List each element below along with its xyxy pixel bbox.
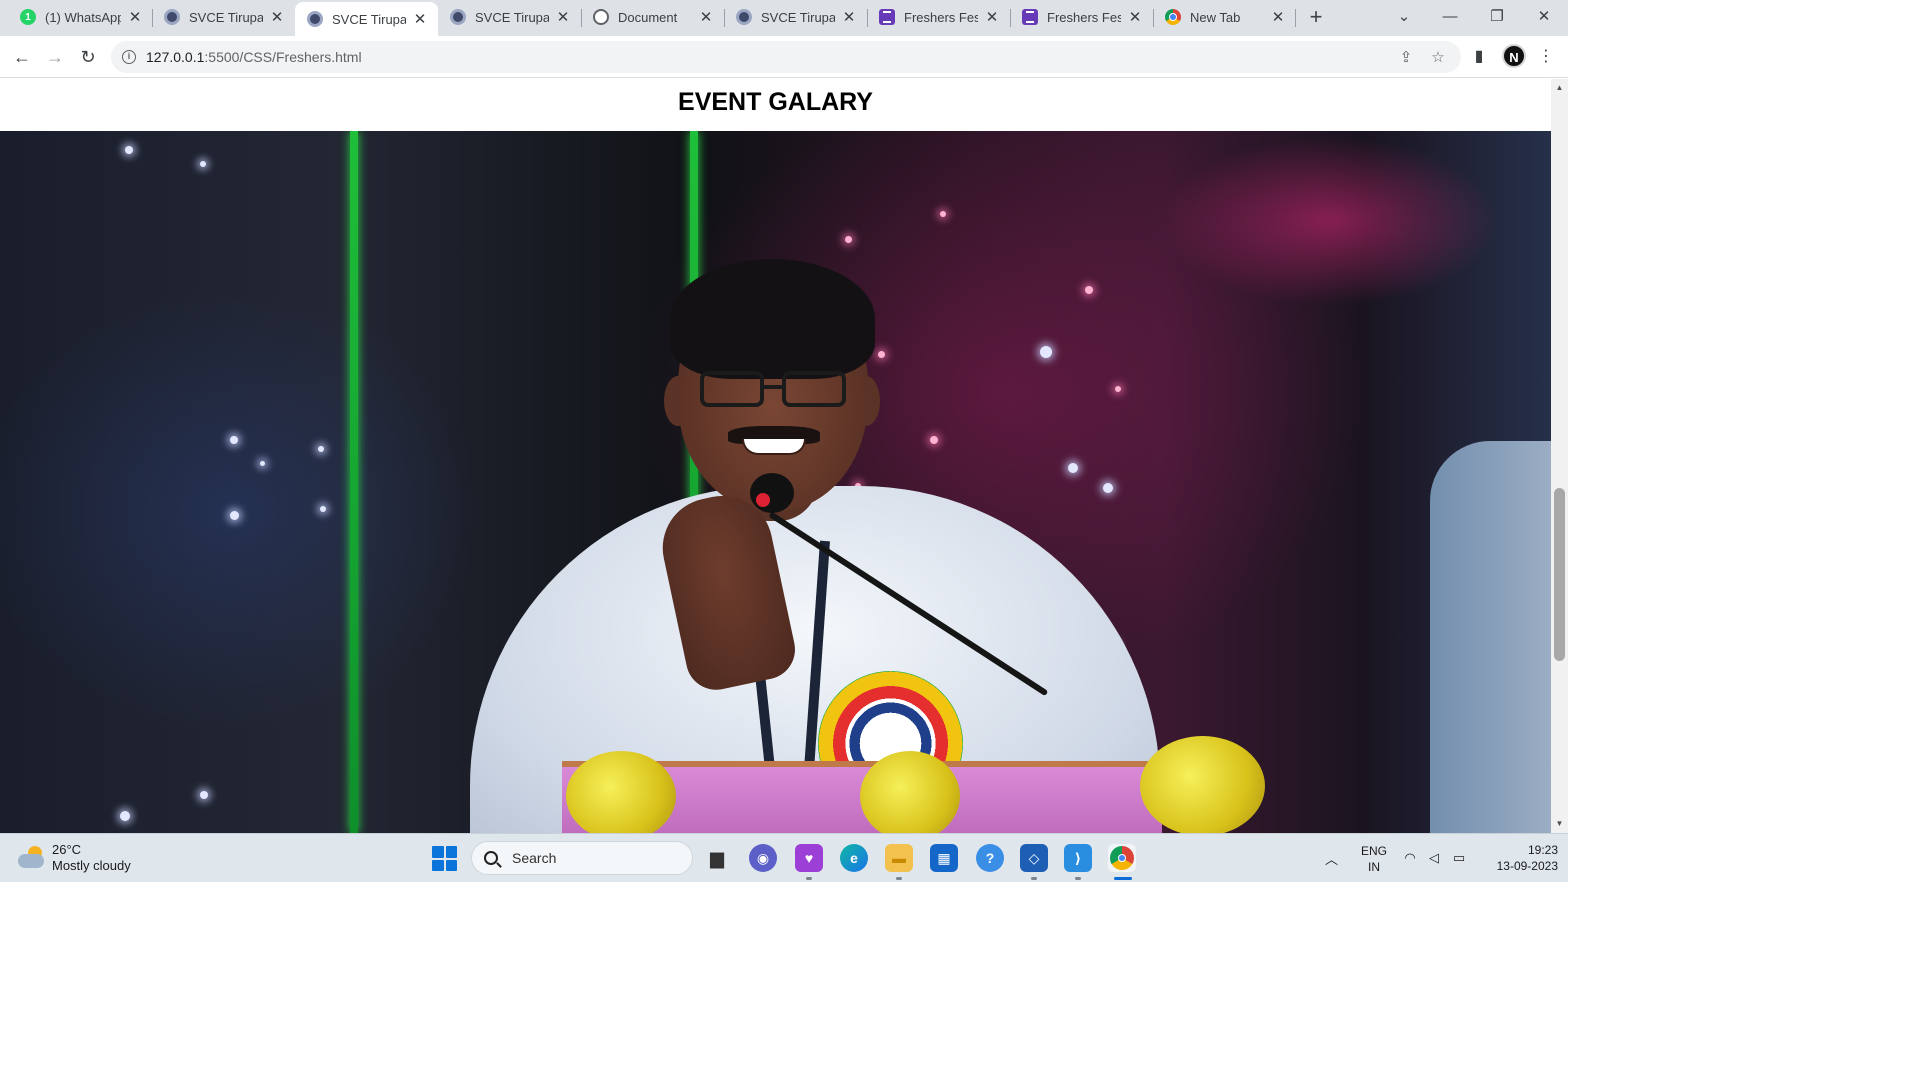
tab-title: SVCE Tirupati: [332, 11, 406, 27]
share-icon[interactable]: ⇪: [1397, 49, 1415, 67]
search-icon: [484, 851, 498, 865]
close-icon[interactable]: ✕: [698, 9, 714, 26]
vscode-icon[interactable]: ⟩: [1064, 844, 1092, 872]
lang-top: ENG: [1360, 844, 1387, 858]
close-icon[interactable]: ✕: [269, 9, 285, 26]
url-text[interactable]: 127.0.0.1:5500/CSS/Freshers.html: [146, 49, 362, 65]
close-icon[interactable]: ✕: [1270, 9, 1286, 26]
svce-icon: [164, 9, 180, 25]
minimize-button[interactable]: —: [1427, 4, 1473, 30]
tab-svce-active[interactable]: SVCE Tirupati ✕: [295, 2, 438, 36]
language-indicator[interactable]: ENG IN: [1360, 843, 1388, 875]
windows-taskbar: 26°C Mostly cloudy Search ▆ ◉ ♥ e ▬ ▦ ? …: [0, 833, 1568, 882]
url-host: 127.0.0.1: [146, 49, 205, 65]
lang-bottom: IN: [1368, 860, 1380, 874]
teams-chat-icon[interactable]: ◉: [749, 844, 777, 872]
page-title: EVENT GALARY: [678, 88, 873, 116]
scroll-up-arrow-icon[interactable]: ▲: [1551, 81, 1568, 95]
site-info-icon[interactable]: i: [122, 50, 136, 64]
tab-whatsapp[interactable]: 1 (1) WhatsApp ✕: [8, 0, 153, 34]
close-icon[interactable]: ✕: [841, 9, 857, 26]
tab-svce-5[interactable]: SVCE Tirupati ✕: [724, 0, 867, 34]
tab-title: Document: [618, 9, 678, 25]
tab-svce-3[interactable]: SVCE Tirupati ✕: [438, 0, 581, 34]
search-placeholder: Search: [512, 850, 557, 866]
taskbar-search-box[interactable]: Search: [471, 841, 693, 875]
tab-title: (1) WhatsApp: [45, 9, 121, 25]
restore-button[interactable]: ❐: [1474, 4, 1520, 30]
close-icon[interactable]: ✕: [127, 9, 143, 26]
microsoft-store-icon[interactable]: ▦: [930, 844, 958, 872]
close-icon[interactable]: ✕: [984, 9, 1000, 26]
globe-icon: [593, 9, 609, 25]
wifi-icon[interactable]: ◠: [1401, 849, 1419, 867]
scroll-down-arrow-icon[interactable]: ▼: [1551, 817, 1568, 831]
url-path: :5500/CSS/Freshers.html: [204, 49, 362, 65]
new-tab-button[interactable]: +: [1305, 6, 1327, 28]
tab-new-tab[interactable]: New Tab ✕: [1153, 0, 1296, 34]
page-viewport: EVENT GALARY: [0, 79, 1551, 833]
brave-icon[interactable]: ♥: [795, 844, 823, 872]
tab-title: SVCE Tirupati: [761, 9, 835, 25]
battery-icon[interactable]: ▭: [1450, 849, 1468, 867]
weather-temperature[interactable]: 26°C: [52, 842, 81, 857]
more-menu-icon[interactable]: ⋮: [1534, 45, 1558, 69]
chevron-up-icon[interactable]: ︿: [1325, 849, 1338, 868]
svce-icon: [450, 9, 466, 25]
svce-icon: [307, 11, 323, 27]
tab-freshers-form-2[interactable]: Freshers Fest I ✕: [1010, 0, 1153, 34]
windows-start-icon[interactable]: [432, 846, 457, 871]
edge-icon[interactable]: e: [840, 844, 868, 872]
close-icon[interactable]: ✕: [1127, 9, 1143, 26]
task-view-icon[interactable]: ▆: [703, 844, 731, 872]
tab-strip: 1 (1) WhatsApp ✕ SVCE Tirupati ✕ SVCE Ti…: [0, 0, 1568, 36]
tab-freshers-form-1[interactable]: Freshers Fest I ✕: [867, 0, 1010, 34]
google-forms-icon: [879, 9, 895, 25]
whatsapp-icon: 1: [20, 9, 36, 25]
close-icon[interactable]: ✕: [412, 11, 428, 28]
window-close-button[interactable]: ✕: [1521, 4, 1567, 30]
speaker-muted-icon[interactable]: ◁: [1425, 849, 1443, 867]
python-idle-icon[interactable]: ?: [976, 844, 1004, 872]
browser-toolbar: ← → ↻ i 127.0.0.1:5500/CSS/Freshers.html…: [0, 36, 1568, 78]
google-forms-icon: [1022, 9, 1038, 25]
tab-title: SVCE Tirupati: [475, 9, 549, 25]
power-automate-icon[interactable]: ◇: [1020, 844, 1048, 872]
event-gallery-photo: [0, 131, 1551, 833]
clock-time: 19:23: [1527, 843, 1558, 857]
tab-title: Freshers Fest I: [1047, 9, 1121, 25]
forward-arrow-icon[interactable]: →: [42, 44, 68, 70]
tab-search-chevron-icon[interactable]: ⌄: [1381, 4, 1427, 30]
weather-cloud-icon[interactable]: [16, 844, 46, 872]
tab-title: SVCE Tirupati: [189, 9, 263, 25]
bookmark-star-icon[interactable]: ☆: [1429, 49, 1447, 67]
taskbar-clock[interactable]: 19:23 13-09-2023: [1478, 842, 1558, 874]
reload-icon[interactable]: ↻: [75, 44, 101, 70]
svce-icon: [736, 9, 752, 25]
side-panel-icon[interactable]: ▮: [1467, 45, 1491, 69]
back-arrow-icon[interactable]: ←: [9, 44, 35, 70]
page-scrollbar[interactable]: ▲ ▼: [1551, 79, 1568, 833]
scroll-thumb[interactable]: [1554, 488, 1565, 661]
tab-title: New Tab: [1190, 9, 1241, 25]
profile-avatar[interactable]: N: [1502, 44, 1526, 68]
tab-svce-1[interactable]: SVCE Tirupati ✕: [152, 0, 295, 34]
tab-title: Freshers Fest I: [904, 9, 978, 25]
weather-condition[interactable]: Mostly cloudy: [52, 858, 131, 873]
address-bar[interactable]: i 127.0.0.1:5500/CSS/Freshers.html ⇪ ☆: [111, 41, 1461, 73]
chrome-icon: [1165, 9, 1181, 25]
file-explorer-icon[interactable]: ▬: [885, 844, 913, 872]
clock-date: 13-09-2023: [1496, 859, 1558, 873]
close-icon[interactable]: ✕: [555, 9, 571, 26]
tab-document[interactable]: Document ✕: [581, 0, 724, 34]
chrome-taskbar-icon[interactable]: [1108, 844, 1136, 872]
